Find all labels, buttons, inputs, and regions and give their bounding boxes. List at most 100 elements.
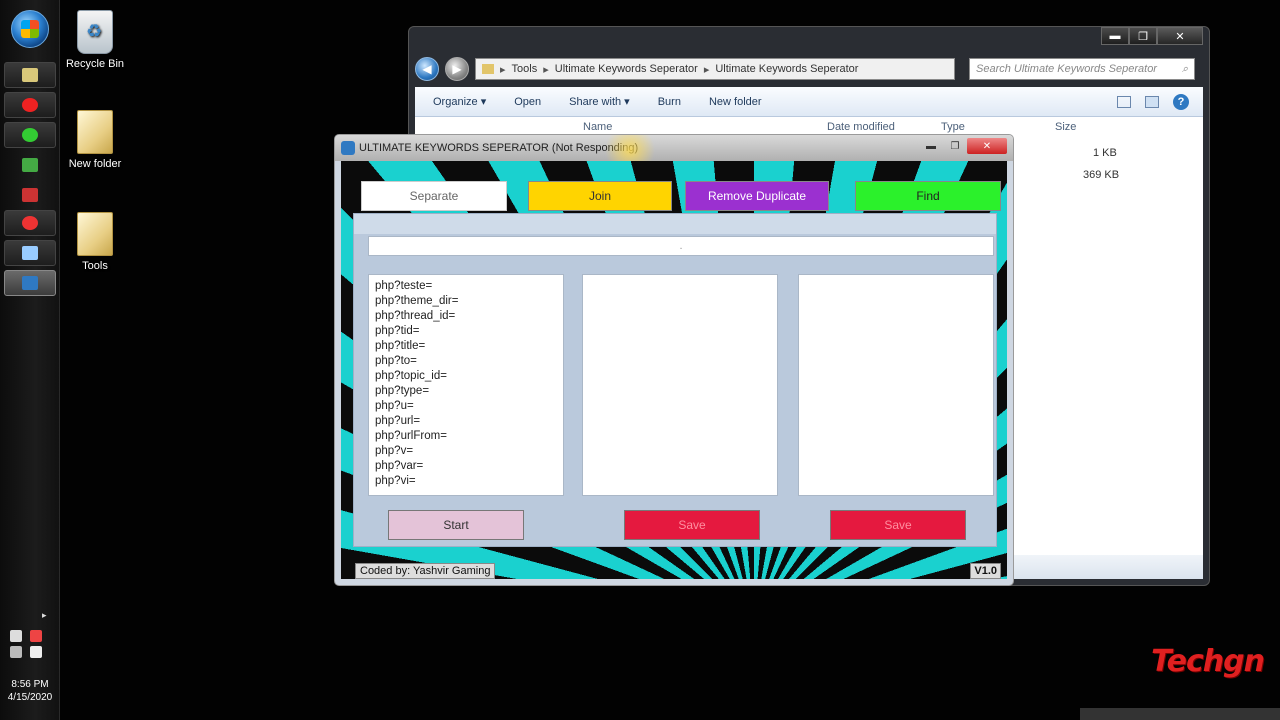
help-icon[interactable]: ? bbox=[1173, 93, 1189, 110]
taskbar-record-button[interactable] bbox=[4, 210, 56, 236]
record-icon bbox=[22, 216, 38, 230]
separator-input[interactable]: . bbox=[368, 236, 994, 256]
window-title: ULTIMATE KEYWORDS SEPERATOR (Not Respond… bbox=[359, 142, 639, 154]
desktop: Recycle Bin New folder Tools ▸ 8:56 PM bbox=[0, 0, 1280, 720]
tools-folder-shortcut[interactable]: Tools bbox=[60, 212, 130, 272]
show-hidden-icons-icon[interactable]: ▸ bbox=[42, 610, 47, 621]
output-list-2[interactable] bbox=[798, 274, 994, 496]
taskbar-keyword-tool-button[interactable] bbox=[4, 270, 56, 296]
clock-date: 4/15/2020 bbox=[7, 692, 53, 703]
burn-button[interactable]: Burn bbox=[658, 96, 681, 108]
start-button[interactable] bbox=[11, 10, 49, 48]
keyword-item[interactable]: php?type= bbox=[375, 384, 563, 399]
app-icon bbox=[22, 276, 38, 290]
tab-separate[interactable]: Separate bbox=[361, 181, 507, 211]
keyword-item[interactable]: php?u= bbox=[375, 399, 563, 414]
recycle-bin-shortcut[interactable]: Recycle Bin bbox=[60, 10, 130, 70]
taskbar-explorer-button[interactable] bbox=[4, 62, 56, 88]
keyword-item[interactable]: php?tid= bbox=[375, 324, 563, 339]
opera-icon bbox=[22, 98, 38, 112]
maximize-button[interactable]: ❐ bbox=[1129, 27, 1157, 45]
folder-icon bbox=[77, 110, 113, 154]
bottom-banner bbox=[1080, 708, 1280, 720]
green-app-icon bbox=[22, 128, 38, 142]
keyword-item[interactable]: php?title= bbox=[375, 339, 563, 354]
title-bar[interactable]: ULTIMATE KEYWORDS SEPERATOR (Not Respond… bbox=[335, 135, 1013, 175]
search-icon: ⌕ bbox=[1181, 62, 1188, 75]
file-size: 1 KB bbox=[1093, 147, 1117, 159]
open-button[interactable]: Open bbox=[514, 96, 541, 108]
acrobat-icon bbox=[22, 188, 38, 202]
new-folder-shortcut[interactable]: New folder bbox=[60, 110, 130, 170]
organize-button[interactable]: Organize ▾ bbox=[433, 95, 486, 108]
keyword-item[interactable]: php?teste= bbox=[375, 279, 563, 294]
tab-find[interactable]: Find bbox=[855, 181, 1001, 211]
keyword-item[interactable]: php?thread_id= bbox=[375, 309, 563, 324]
network-icon[interactable] bbox=[10, 646, 22, 658]
search-placeholder: Search Ultimate Keywords Seperator bbox=[976, 63, 1157, 75]
output-list-1[interactable] bbox=[582, 274, 778, 496]
address-bar[interactable]: ▸ Tools ▸ Ultimate Keywords Seperator ▸ … bbox=[475, 58, 955, 80]
keyword-separator-window: ULTIMATE KEYWORDS SEPERATOR (Not Respond… bbox=[334, 134, 1014, 586]
breadcrumb-item[interactable]: Ultimate Keywords Seperator bbox=[715, 63, 858, 75]
breadcrumb-item[interactable]: Ultimate Keywords Seperator bbox=[555, 63, 698, 75]
taskbar-acrobat-button[interactable] bbox=[4, 182, 56, 208]
close-button[interactable]: ✕ bbox=[967, 138, 1007, 154]
alert-icon[interactable] bbox=[30, 630, 42, 642]
keyword-item[interactable]: php?urlFrom= bbox=[375, 429, 563, 444]
save-button-2[interactable]: Save bbox=[830, 510, 966, 540]
keyword-item[interactable]: php?url= bbox=[375, 414, 563, 429]
keyword-item[interactable]: php?theme_dir= bbox=[375, 294, 563, 309]
taskbar-app-button[interactable] bbox=[4, 122, 56, 148]
preview-pane-icon[interactable] bbox=[1145, 95, 1159, 108]
column-size[interactable]: Size bbox=[1055, 121, 1076, 133]
desktop-icon-label: New folder bbox=[68, 158, 122, 170]
keyword-item[interactable]: php?var= bbox=[375, 459, 563, 474]
recycle-bin-icon bbox=[77, 10, 113, 54]
pinned-app-icon bbox=[22, 158, 38, 172]
keyword-item[interactable]: php?vi= bbox=[375, 474, 563, 489]
start-button[interactable]: Start bbox=[388, 510, 524, 540]
minimize-button[interactable]: ▬ bbox=[1101, 27, 1129, 45]
panel-header bbox=[354, 214, 996, 234]
file-size: 369 KB bbox=[1083, 169, 1120, 181]
separate-panel: . php?teste= php?theme_dir= php?thread_id=… bbox=[353, 213, 997, 547]
forward-button[interactable]: ▶ bbox=[445, 57, 469, 81]
breadcrumb-item[interactable]: Tools bbox=[512, 63, 538, 75]
version-label: V1.0 bbox=[970, 563, 1001, 579]
keyword-item[interactable]: php?topic_id= bbox=[375, 369, 563, 384]
keyword-item[interactable]: php?to= bbox=[375, 354, 563, 369]
folder-icon bbox=[482, 64, 494, 74]
column-name[interactable]: Name bbox=[583, 121, 612, 133]
view-options-icon[interactable] bbox=[1117, 95, 1131, 108]
search-input[interactable]: Search Ultimate Keywords Seperator ⌕ bbox=[969, 58, 1195, 80]
taskbar: ▸ 8:56 PM 4/15/2020 bbox=[0, 0, 60, 720]
tab-remove-duplicate[interactable]: Remove Duplicate bbox=[685, 181, 829, 211]
save-button-1[interactable]: Save bbox=[624, 510, 760, 540]
taskbar-window-button[interactable] bbox=[4, 240, 56, 266]
window-icon bbox=[22, 246, 38, 260]
keywords-input-list[interactable]: php?teste= php?theme_dir= php?thread_id= ph… bbox=[368, 274, 564, 496]
share-with-button[interactable]: Share with ▾ bbox=[569, 95, 630, 108]
column-type[interactable]: Type bbox=[941, 121, 965, 133]
taskbar-opera-button[interactable] bbox=[4, 92, 56, 118]
credit-label: Coded by: Yashvir Gaming bbox=[355, 563, 496, 579]
volume-icon[interactable] bbox=[30, 646, 42, 658]
app-icon bbox=[341, 141, 355, 155]
command-bar: Organize ▾ Open Share with ▾ Burn New fo… bbox=[415, 87, 1203, 117]
column-date-modified[interactable]: Date modified bbox=[827, 121, 895, 133]
flag-icon[interactable] bbox=[10, 630, 22, 642]
taskbar-pinned-button[interactable] bbox=[4, 152, 56, 178]
desktop-icon-label: Tools bbox=[82, 260, 108, 272]
close-button[interactable]: ✕ bbox=[1157, 27, 1203, 45]
system-tray: ▸ 8:56 PM 4/15/2020 bbox=[0, 600, 60, 720]
clock[interactable]: 8:56 PM 4/15/2020 bbox=[0, 678, 60, 704]
maximize-button[interactable]: ❐ bbox=[943, 138, 967, 154]
back-button[interactable]: ◀ bbox=[415, 57, 439, 81]
new-folder-button[interactable]: New folder bbox=[709, 96, 762, 108]
tab-join[interactable]: Join bbox=[528, 181, 672, 211]
keyword-item[interactable]: php?v= bbox=[375, 444, 563, 459]
folder-icon bbox=[77, 212, 113, 256]
minimize-button[interactable]: ▬ bbox=[919, 138, 943, 154]
desktop-icon-label: Recycle Bin bbox=[65, 58, 125, 70]
